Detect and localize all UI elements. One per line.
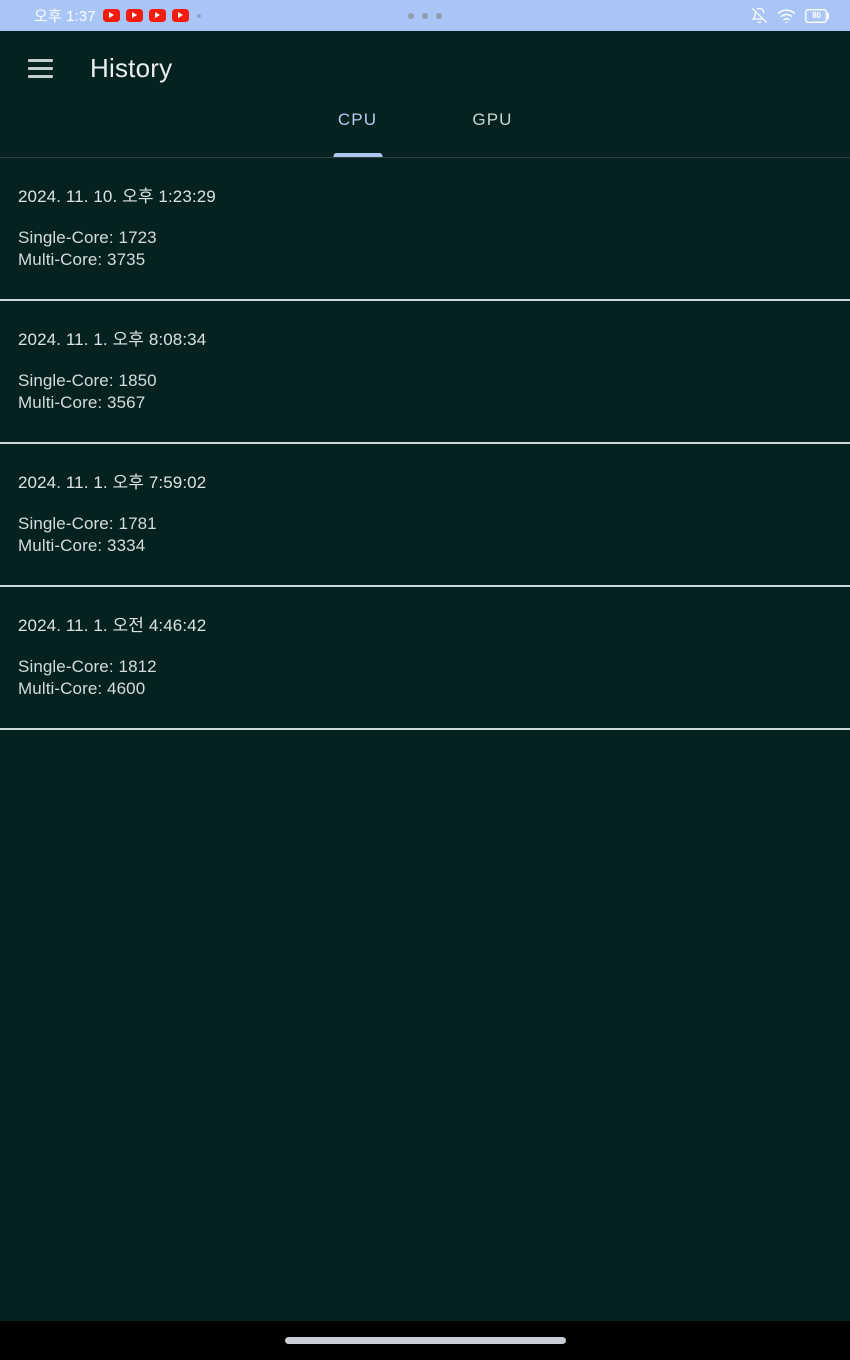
youtube-icon[interactable] [171, 9, 189, 22]
page-title: History [90, 53, 173, 83]
youtube-icon[interactable] [148, 9, 166, 22]
tab-gpu[interactable]: GPU [425, 106, 560, 158]
app-bar: History [0, 31, 850, 106]
history-item-date: 2024. 11. 10. 오후 1:23:29 [18, 187, 216, 206]
youtube-icon[interactable] [102, 9, 120, 22]
history-item-single-core: Single-Core: 1850 [18, 370, 157, 390]
history-item-single-core: Single-Core: 1723 [18, 228, 157, 247]
history-item-multi-core: Multi-Core: 3567 [18, 393, 146, 413]
history-item-single-core: Single-Core: 1812 [18, 656, 157, 676]
history-item-multi-core: Multi-Core: 3334 [18, 536, 146, 556]
history-item-date: 2024. 11. 1. 오전 4:46:42 [18, 615, 207, 635]
history-item-date: 2024. 11. 1. 오후 8:08:34 [18, 329, 207, 349]
history-list-item[interactable]: 2024. 11. 1. 오전 4:46:42 Single-Core: 181… [0, 587, 850, 730]
status-bar-right: 80 [751, 7, 850, 24]
history-item-single-core: Single-Core: 1781 [18, 513, 157, 533]
history-list-item[interactable]: 2024. 11. 10. 오후 1:23:29 Single-Core: 17… [0, 158, 850, 301]
home-gesture-pill-icon[interactable] [284, 1337, 566, 1344]
history-item-date: 2024. 11. 1. 오후 7:59:02 [18, 472, 207, 492]
tab-bar: CPU GPU [0, 106, 850, 158]
youtube-icon[interactable] [125, 9, 143, 22]
hamburger-icon[interactable] [28, 59, 53, 78]
tab-cpu-label: CPU [337, 110, 378, 129]
history-item-multi-core: Multi-Core: 3735 [18, 250, 146, 270]
battery-level-label: 80 [812, 11, 821, 20]
history-list-item[interactable]: 2024. 11. 1. 오후 7:59:02 Single-Core: 178… [0, 444, 850, 587]
wifi-icon [777, 8, 796, 24]
status-bar-clock: 오후 1:37 [34, 8, 96, 25]
history-list-item[interactable]: 2024. 11. 1. 오후 8:08:34 Single-Core: 185… [0, 301, 850, 444]
status-bar: 오후 1:37 80 [0, 0, 850, 31]
status-bar-left: 오후 1:37 [0, 5, 201, 26]
notifications-muted-icon [751, 7, 768, 24]
tab-cpu[interactable]: CPU [290, 106, 425, 158]
battery-icon: 80 [805, 8, 830, 23]
notification-icon-group[interactable] [102, 9, 201, 22]
more-notifications-dot-icon [196, 13, 201, 18]
app-root: 오후 1:37 80 History CPU GPU 2024. 11. 10.… [0, 0, 850, 1360]
system-navigation-bar [0, 1321, 850, 1360]
tab-gpu-label: GPU [472, 110, 513, 129]
history-item-multi-core: Multi-Core: 4600 [18, 679, 146, 699]
history-list: 2024. 11. 10. 오후 1:23:29 Single-Core: 17… [0, 158, 850, 1321]
